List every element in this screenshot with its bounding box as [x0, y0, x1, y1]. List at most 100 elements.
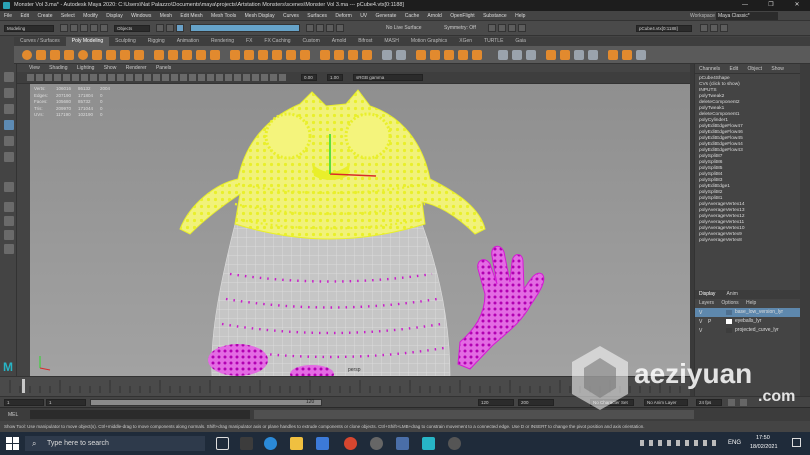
automatic-uv-icon[interactable] — [458, 50, 468, 60]
menu-mesh-display[interactable]: Mesh Display — [245, 13, 275, 19]
minimize-button[interactable]: — — [732, 0, 758, 11]
shelf-tab-sculpting[interactable]: Sculpting — [109, 37, 142, 46]
layer-playback-toggle[interactable]: P — [708, 318, 714, 325]
menu-mesh-tools[interactable]: Mesh Tools — [211, 13, 236, 19]
layer-tab-anim[interactable]: Anim — [727, 291, 738, 297]
selection-mode-select[interactable]: Objects — [114, 25, 150, 32]
average-vertices-icon[interactable] — [526, 50, 536, 60]
scale-tool-icon[interactable] — [4, 152, 14, 162]
save-scene-button[interactable] — [80, 24, 88, 32]
maximize-button[interactable]: ❐ — [758, 0, 784, 11]
shelf-tab-turtle[interactable]: TURTLE — [478, 37, 509, 46]
poly-torus-icon[interactable] — [78, 50, 88, 60]
poly-cube-icon[interactable] — [36, 50, 46, 60]
shelf-tab-curves-surfaces[interactable]: Curves / Surfaces — [14, 37, 66, 46]
open-scene-button[interactable] — [70, 24, 78, 32]
edge-flow-icon[interactable] — [512, 50, 522, 60]
edge-browser-icon[interactable] — [264, 437, 277, 450]
rotate-tool-icon[interactable] — [4, 136, 14, 146]
menu-help[interactable]: Help — [515, 13, 525, 19]
custom-tool-3-icon[interactable] — [574, 50, 584, 60]
close-button[interactable]: ✕ — [784, 0, 810, 11]
chrome-icon[interactable] — [344, 437, 357, 450]
viewport-menu-show[interactable]: Show — [104, 65, 117, 71]
file-explorer-icon[interactable] — [240, 437, 253, 450]
merge-icon[interactable] — [300, 50, 310, 60]
layer-color-swatch[interactable] — [726, 319, 732, 324]
workspace-select[interactable]: Maya Classic* — [716, 12, 778, 20]
render-current-frame-button[interactable] — [488, 24, 496, 32]
start-time-field[interactable]: 1 — [4, 399, 44, 406]
clock-date[interactable]: 18/02/2021 — [750, 444, 778, 450]
redo-button[interactable] — [100, 24, 108, 32]
taskbar-search[interactable]: ⌕ Type here to search — [25, 436, 205, 451]
playback-start-field[interactable]: 1 — [46, 399, 86, 406]
menu-select[interactable]: Select — [61, 13, 75, 19]
poly-plane-icon[interactable] — [92, 50, 102, 60]
layer-color-swatch[interactable] — [726, 310, 732, 315]
menu-create[interactable]: Create — [37, 13, 52, 19]
layer-menu-options[interactable]: Options — [721, 300, 738, 306]
extrude-icon[interactable] — [230, 50, 240, 60]
lasso-tool-icon[interactable] — [4, 88, 14, 98]
quad-draw-icon[interactable] — [382, 50, 392, 60]
spherical-uv-icon[interactable] — [444, 50, 454, 60]
input-language[interactable]: ENG — [728, 438, 741, 448]
bridge-icon[interactable] — [244, 50, 254, 60]
task-view-icon[interactable] — [216, 437, 229, 450]
viewport-toolbar-buttons[interactable] — [27, 74, 287, 81]
menu-generate[interactable]: Generate — [376, 13, 397, 19]
shelf-tab-rigging[interactable]: Rigging — [142, 37, 171, 46]
colorspace-select[interactable]: sRGB gamma — [353, 74, 423, 81]
viewport-menu-view[interactable]: View — [29, 65, 40, 71]
select-by-component-button[interactable] — [176, 24, 184, 32]
shelf-tab-motion-graphics[interactable]: Motion Graphics — [405, 37, 453, 46]
end-time-field[interactable]: 200 — [518, 399, 554, 406]
poly-cone-icon[interactable] — [64, 50, 74, 60]
system-tray-icons[interactable] — [640, 440, 720, 446]
menu-file[interactable]: File — [4, 13, 12, 19]
single-perspective-layout-icon[interactable] — [4, 202, 14, 212]
undo-button[interactable] — [90, 24, 98, 32]
shelf-tab-fx-caching[interactable]: FX Caching — [258, 37, 296, 46]
menu-mesh[interactable]: Mesh — [160, 13, 172, 19]
uv-editor-icon[interactable] — [472, 50, 482, 60]
menu-edit[interactable]: Edit — [20, 13, 29, 19]
target-weld-icon[interactable] — [334, 50, 344, 60]
mel-label[interactable]: MEL — [8, 411, 18, 419]
render-settings-button[interactable] — [508, 24, 516, 32]
layer-row[interactable]: V P eyeballs_lyr — [695, 317, 800, 326]
layer-menu-help[interactable]: Help — [746, 300, 756, 306]
menu-openflight[interactable]: OpenFlight — [450, 13, 474, 19]
layer-visibility-toggle[interactable]: V — [699, 318, 705, 325]
maya-taskbar-icon[interactable] — [422, 437, 435, 450]
select-by-object-button[interactable] — [166, 24, 174, 32]
component-mask-toolbar[interactable] — [190, 24, 300, 32]
menu-surfaces[interactable]: Surfaces — [307, 13, 327, 19]
menu-display[interactable]: Display — [106, 13, 122, 19]
shelf-tab-rendering[interactable]: Rendering — [205, 37, 240, 46]
gamma-field[interactable]: 1.00 — [327, 74, 343, 81]
fill-hole-icon[interactable] — [286, 50, 296, 60]
soft-select-icon[interactable] — [498, 50, 508, 60]
separate-icon[interactable] — [168, 50, 178, 60]
sidebar-toggle-button[interactable] — [700, 24, 708, 32]
bevel-icon[interactable] — [258, 50, 268, 60]
mirror-icon[interactable] — [210, 50, 220, 60]
multi-cut-icon[interactable] — [320, 50, 330, 60]
mail-icon[interactable] — [316, 437, 329, 450]
custom-tool-2-icon[interactable] — [560, 50, 570, 60]
layer-visibility-toggle[interactable]: V — [699, 327, 705, 334]
planar-uv-icon[interactable] — [416, 50, 426, 60]
hypershade-button[interactable] — [518, 24, 526, 32]
shelf-tab-gaia[interactable]: Gaia — [509, 37, 532, 46]
shelf-tab-mash[interactable]: MASH — [378, 37, 404, 46]
menu-cache[interactable]: Cache — [405, 13, 419, 19]
app-taskbar-icon[interactable] — [448, 437, 461, 450]
menu-windows[interactable]: Windows — [131, 13, 151, 19]
smooth-icon[interactable] — [182, 50, 192, 60]
attribute-editor-toggle-button[interactable] — [720, 24, 728, 32]
boolean-icon[interactable] — [196, 50, 206, 60]
menu-curves[interactable]: Curves — [283, 13, 299, 19]
current-frame-marker[interactable] — [22, 379, 25, 393]
